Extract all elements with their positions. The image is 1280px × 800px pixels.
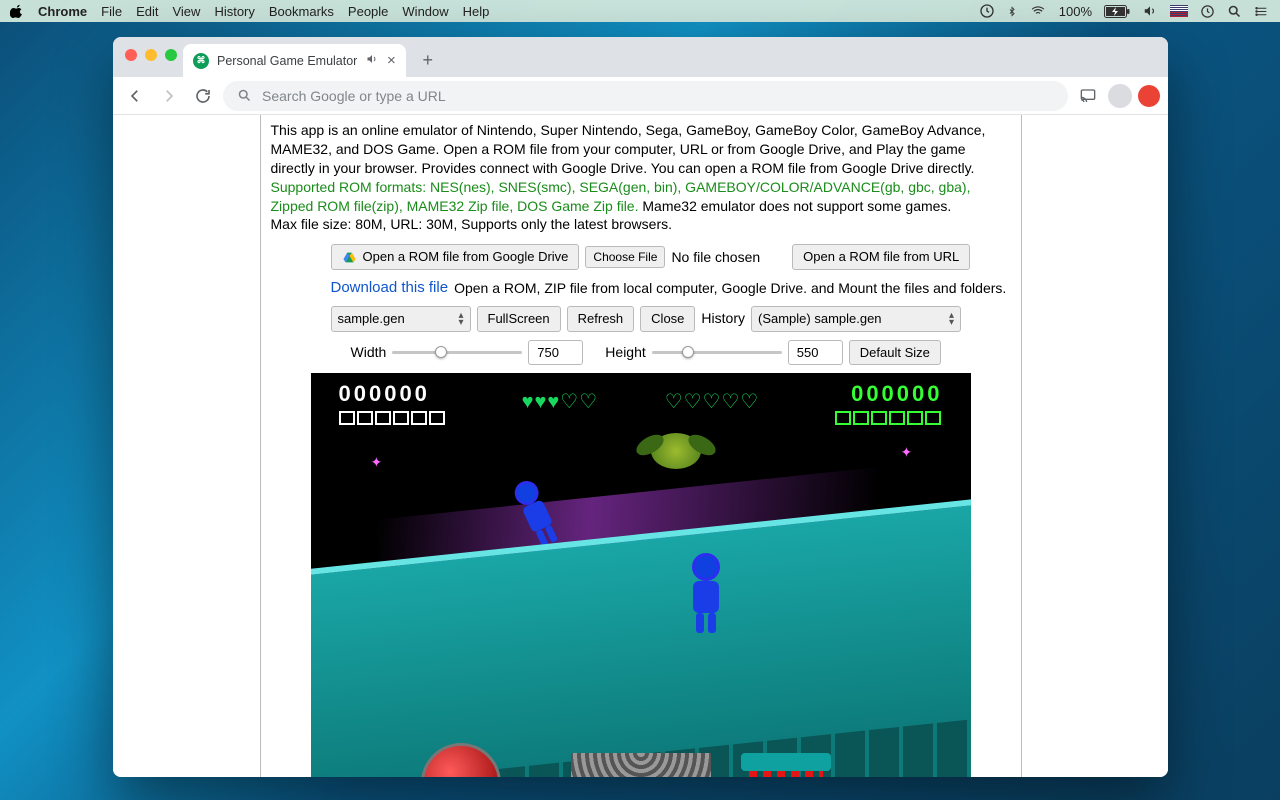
open-from-url-button[interactable]: Open a ROM file from URL (792, 244, 970, 270)
close-button[interactable]: Close (640, 306, 695, 332)
macos-menubar: Chrome File Edit View History Bookmarks … (0, 0, 1280, 22)
menu-people[interactable]: People (348, 4, 388, 19)
minimize-window[interactable] (145, 49, 157, 61)
height-label: Height (605, 343, 645, 362)
tab-close-icon[interactable]: × (387, 52, 396, 69)
volume-icon[interactable] (1142, 4, 1158, 18)
limits-text: Max file size: 80M, URL: 30M, Supports o… (271, 215, 1011, 234)
menu-help[interactable]: Help (463, 4, 490, 19)
history-select[interactable]: (Sample) sample.gen▴▾ (751, 306, 961, 332)
tab-audio-icon[interactable] (365, 53, 379, 68)
fullscreen-button[interactable]: FullScreen (477, 306, 561, 332)
menu-app[interactable]: Chrome (38, 4, 87, 19)
formats-tail: Mame32 emulator does not support some ga… (639, 198, 952, 214)
zoom-window[interactable] (165, 49, 177, 61)
spotlight-icon[interactable] (1227, 4, 1242, 19)
browser-tab[interactable]: ⌘ Personal Game Emulators × (183, 44, 406, 77)
sparkle: ✦ (371, 453, 383, 472)
profile-avatar[interactable] (1108, 84, 1132, 108)
menu-window[interactable]: Window (402, 4, 448, 19)
back-button[interactable] (121, 82, 149, 110)
cast-icon[interactable] (1074, 82, 1102, 110)
battery-percent: 100% (1059, 4, 1092, 19)
alien-sprite (641, 433, 711, 493)
hud-hearts: ♥♥♥♡♡ ♡♡♡♡♡ (311, 389, 971, 416)
flag-icon[interactable] (1170, 5, 1188, 17)
menu-bookmarks[interactable]: Bookmarks (269, 4, 334, 19)
address-bar[interactable]: Search Google or type a URL (223, 81, 1068, 111)
no-file-text: No file chosen (671, 248, 760, 267)
window-controls (125, 49, 177, 61)
game-canvas[interactable]: 000000 000000 ♥♥♥♡♡ ♡♡♡♡♡ ✦ ✦ ✦ (311, 373, 971, 777)
battery-icon[interactable] (1104, 5, 1130, 18)
download-tail: Open a ROM, ZIP file from local computer… (454, 279, 1006, 298)
tab-favicon: ⌘ (193, 53, 209, 69)
description-text: This app is an online emulator of Ninten… (271, 121, 1011, 178)
menu-file[interactable]: File (101, 4, 122, 19)
engine-left (421, 743, 531, 777)
sparkle: ✦ (901, 443, 913, 462)
menu-edit[interactable]: Edit (136, 4, 158, 19)
default-size-button[interactable]: Default Size (849, 340, 941, 366)
open-from-drive-button[interactable]: Open a ROM file from Google Drive (331, 244, 580, 270)
width-input[interactable]: 750 (528, 340, 583, 366)
close-window[interactable] (125, 49, 137, 61)
height-slider[interactable] (652, 344, 782, 360)
timemachine-icon[interactable] (979, 3, 995, 19)
width-label: Width (351, 343, 387, 362)
menu-history[interactable]: History (214, 4, 254, 19)
page-viewport: This app is an online emulator of Ninten… (113, 115, 1168, 777)
height-input[interactable]: 550 (788, 340, 843, 366)
sample-select[interactable]: sample.gen▴▾ (331, 306, 471, 332)
apple-icon[interactable] (10, 4, 24, 18)
clock-icon[interactable] (1200, 4, 1215, 19)
tab-strip: ⌘ Personal Game Emulators × + (113, 37, 1168, 77)
formats-line: Supported ROM formats: NES(nes), SNES(sm… (271, 178, 1011, 216)
tab-title: Personal Game Emulators (217, 54, 357, 68)
width-slider[interactable] (392, 344, 522, 360)
menu-extras-icon[interactable] (1254, 5, 1270, 18)
extension-badge[interactable] (1138, 85, 1160, 107)
choose-file-button[interactable]: Choose File (585, 246, 665, 268)
omnibox-placeholder: Search Google or type a URL (262, 88, 446, 104)
browser-toolbar: Search Google or type a URL (113, 77, 1168, 115)
forward-button[interactable] (155, 82, 183, 110)
page-content: This app is an online emulator of Ninten… (260, 115, 1022, 777)
reload-button[interactable] (189, 82, 217, 110)
refresh-button[interactable]: Refresh (567, 306, 635, 332)
astronaut-main (681, 553, 731, 633)
chrome-window: ⌘ Personal Game Emulators × + Search Goo… (113, 37, 1168, 777)
wifi-icon[interactable] (1029, 4, 1047, 18)
engine-center (571, 753, 711, 777)
new-tab-button[interactable]: + (414, 46, 442, 74)
engine-right (741, 753, 831, 777)
bluetooth-icon[interactable] (1007, 4, 1017, 19)
drive-icon (342, 251, 357, 264)
history-label: History (701, 309, 745, 328)
search-icon (237, 88, 252, 103)
download-link[interactable]: Download this file (331, 278, 449, 298)
menu-view[interactable]: View (172, 4, 200, 19)
